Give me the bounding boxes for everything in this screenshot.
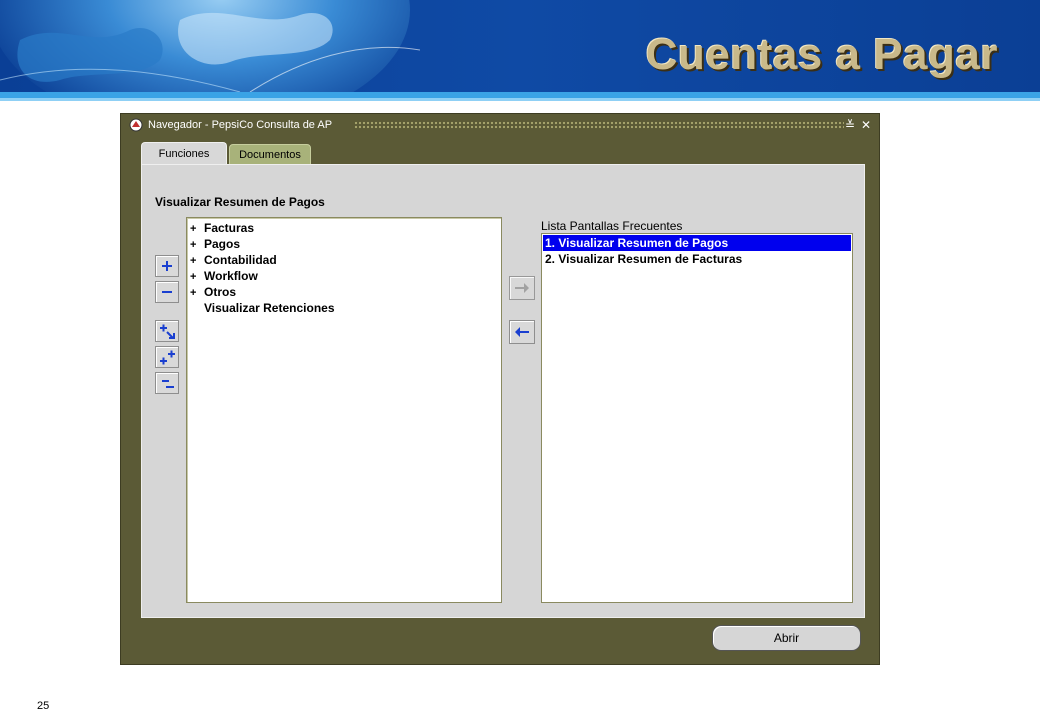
tree-item-otros[interactable]: + Otros bbox=[190, 284, 236, 300]
titlebar-pattern bbox=[354, 121, 844, 129]
favorites-list[interactable]: 1. Visualizar Resumen de Pagos 2. Visual… bbox=[541, 233, 853, 603]
expand-button[interactable] bbox=[155, 255, 179, 277]
window-title: Navegador - PepsiCo Consulta de AP bbox=[148, 119, 333, 131]
expand-branch-icon bbox=[160, 324, 175, 339]
favorites-label: Lista Pantallas Frecuentes bbox=[541, 219, 683, 233]
remove-from-list-button[interactable] bbox=[509, 320, 535, 344]
abrir-button[interactable]: Abrir bbox=[712, 625, 861, 651]
minimize-icon[interactable]: ≚ bbox=[843, 116, 857, 134]
collapse-all-icon bbox=[162, 380, 174, 388]
add-to-list-button[interactable] bbox=[509, 276, 535, 300]
expand-branch-button[interactable] bbox=[155, 320, 179, 342]
window-titlebar[interactable]: Navegador - PepsiCo Consulta de AP ≚ ✕ bbox=[124, 116, 876, 134]
expand-all-icon bbox=[160, 350, 175, 365]
tab-documentos[interactable]: Documentos bbox=[229, 144, 311, 166]
favorite-item-1[interactable]: 1. Visualizar Resumen de Pagos bbox=[543, 235, 851, 251]
close-icon[interactable]: ✕ bbox=[859, 116, 873, 134]
navigator-window: Navegador - PepsiCo Consulta de AP ≚ ✕ F… bbox=[120, 113, 880, 665]
banner-stripe-light bbox=[0, 98, 1040, 101]
oracle-app-icon bbox=[129, 118, 143, 132]
tree-item-workflow[interactable]: + Workflow bbox=[190, 268, 258, 284]
collapse-all-button[interactable] bbox=[155, 372, 179, 394]
collapse-button[interactable] bbox=[155, 281, 179, 303]
plus-icon bbox=[162, 261, 172, 271]
tree-item-contabilidad[interactable]: + Contabilidad bbox=[190, 252, 277, 268]
globe-graphic bbox=[0, 0, 420, 92]
minus-icon bbox=[162, 291, 172, 293]
tree-item-pagos[interactable]: + Pagos bbox=[190, 236, 240, 252]
favorite-item-2[interactable]: 2. Visualizar Resumen de Facturas bbox=[543, 251, 851, 267]
section-title: Visualizar Resumen de Pagos bbox=[155, 195, 325, 209]
arrow-right-icon bbox=[515, 283, 529, 293]
page-number: 25 bbox=[37, 700, 50, 712]
tree-item-facturas[interactable]: + Facturas bbox=[190, 220, 254, 236]
functions-tree[interactable]: + Facturas + Pagos + Contabilidad + Workflow… bbox=[186, 217, 502, 603]
funciones-panel: Visualizar Resumen de Pagos + Facturas +… bbox=[141, 164, 865, 618]
slide-banner: Cuentas a Pagar bbox=[0, 0, 1040, 92]
tree-item-visualizar-retenciones[interactable]: Visualizar Retenciones bbox=[190, 300, 335, 316]
expand-all-button[interactable] bbox=[155, 346, 179, 368]
slide-title: Cuentas a Pagar bbox=[645, 30, 998, 79]
arrow-left-icon bbox=[515, 327, 529, 337]
